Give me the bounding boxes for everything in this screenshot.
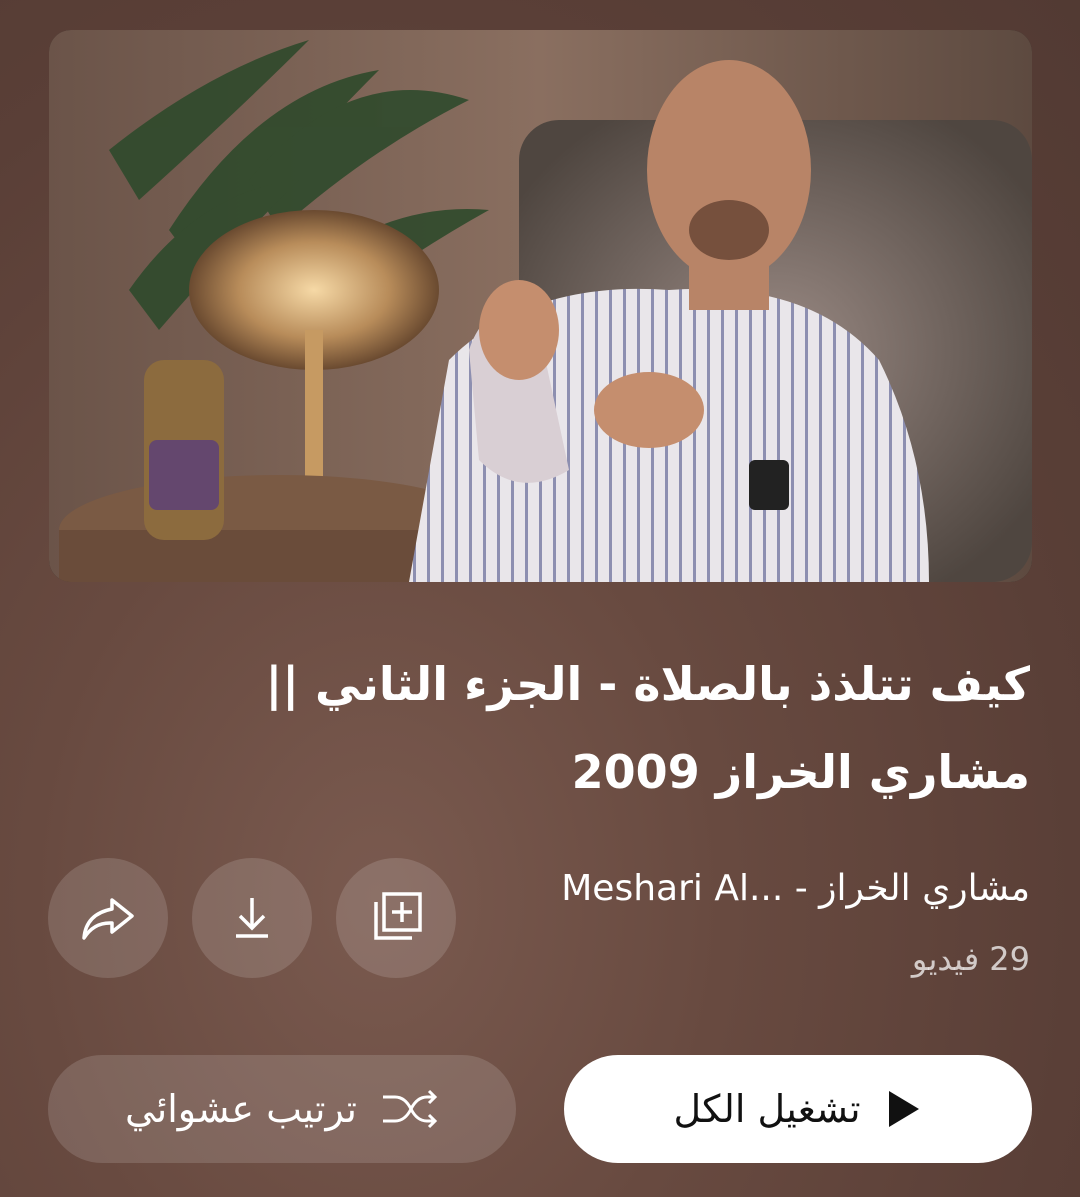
playlist-title-line1: كيف تتلذذ بالصلاة - الجزء الثاني ||: [265, 657, 1030, 711]
shuffle-icon: [379, 1085, 439, 1133]
library-add-icon: [374, 892, 422, 940]
playlist-title-line2: مشاري الخراز 2009: [571, 745, 1030, 799]
playlist-title: كيف تتلذذ بالصلاة - الجزء الثاني || مشار…: [90, 640, 1030, 816]
save-to-library-button[interactable]: [336, 858, 456, 978]
play-all-label: تشغيل الكل: [673, 1087, 861, 1131]
share-icon: [82, 898, 134, 940]
thumbnail-image: [49, 30, 1032, 582]
play-all-button[interactable]: تشغيل الكل: [564, 1055, 1032, 1163]
download-icon: [236, 898, 268, 938]
playlist-thumbnail[interactable]: [49, 30, 1032, 582]
shuffle-label: ترتيب عشوائي: [125, 1087, 357, 1131]
shuffle-button[interactable]: ترتيب عشوائي: [48, 1055, 516, 1163]
video-count: 29 فيديو: [911, 940, 1030, 978]
play-icon: [883, 1087, 923, 1131]
download-button[interactable]: [192, 858, 312, 978]
share-button[interactable]: [48, 858, 168, 978]
channel-name[interactable]: مشاري الخراز - ...Meshari Al: [510, 868, 1030, 909]
